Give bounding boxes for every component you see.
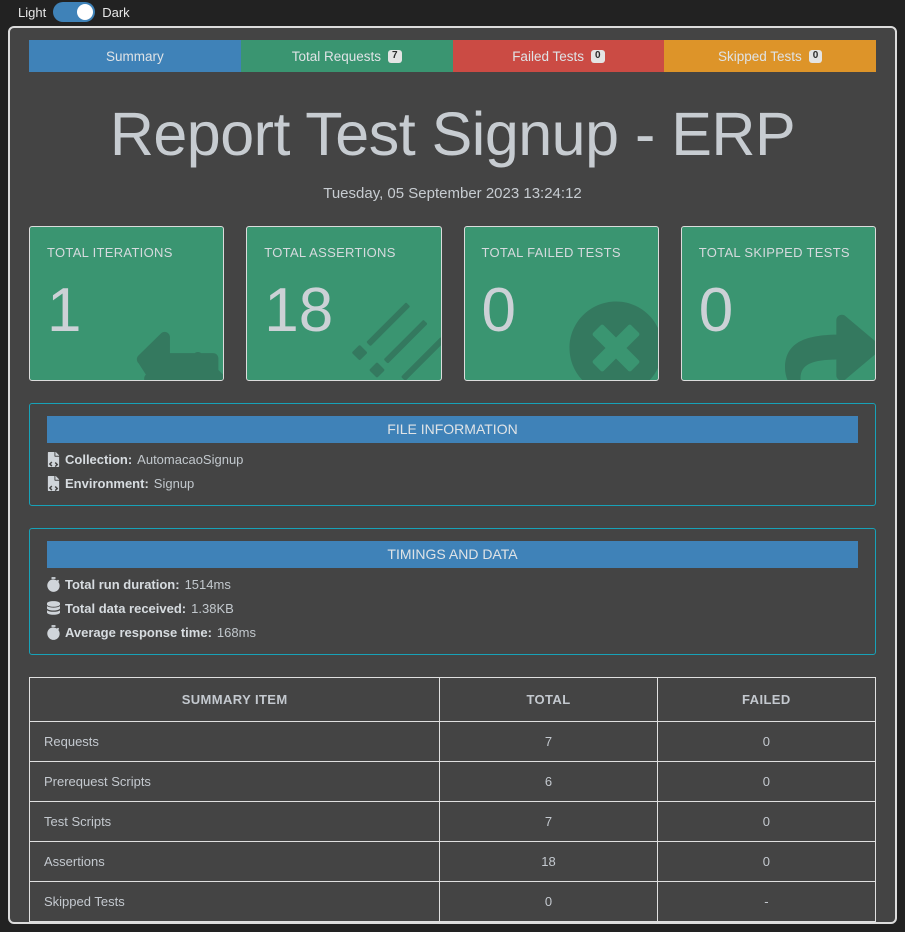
stat-card-total-assertions: TOTAL ASSERTIONS 18 (246, 226, 442, 381)
stat-card-total-iterations: TOTAL ITERATIONS 1 (29, 226, 225, 381)
cell-item: Skipped Tests (28, 881, 441, 922)
file-information-row-collection: Collection: AutomacaoSignup (44, 452, 861, 467)
summary-table: SUMMARY ITEM TOTAL FAILED Requests 7 0 P… (28, 677, 877, 922)
tab-skipped-tests-badge: 0 (808, 49, 823, 63)
stat-card-value: 18 (264, 276, 334, 345)
cell-total: 0 (439, 881, 658, 922)
timings-and-data-panel: TIMINGS AND DATA Total run duration: 151… (29, 528, 876, 655)
table-row: Requests 7 0 (28, 721, 877, 762)
file-code-icon (47, 452, 60, 467)
theme-toggle-bar: Light Dark (0, 0, 905, 24)
table-row: Skipped Tests 0 - (28, 881, 877, 922)
file-information-value: Signup (153, 476, 195, 491)
tab-failed-tests-badge: 0 (590, 49, 605, 63)
stat-card-label: TOTAL FAILED TESTS (481, 245, 621, 260)
column-header-failed: FAILED (656, 677, 877, 722)
timings-key: Average response time: (65, 625, 212, 640)
theme-toggle-knob (77, 4, 94, 20)
stat-card-row: TOTAL ITERATIONS 1 TOTAL ASSERTIONS 18 T… (29, 226, 876, 381)
file-information-row-environment: Environment: Signup (44, 476, 861, 491)
cell-failed: - (656, 881, 877, 922)
tab-summary[interactable]: Summary (29, 40, 241, 72)
file-information-key: Collection: (65, 452, 133, 467)
cell-failed: 0 (656, 761, 877, 802)
timings-and-data-heading: TIMINGS AND DATA (47, 541, 858, 568)
file-information-key: Environment: (65, 476, 149, 491)
cell-total: 7 (439, 801, 658, 842)
tab-bar: Summary Total Requests 7 Failed Tests 0 … (29, 40, 876, 72)
cell-total: 7 (439, 721, 658, 762)
table-row: Test Scripts 7 0 (28, 801, 877, 842)
table-row: Assertions 18 0 (28, 841, 877, 882)
stat-card-value: 0 (481, 276, 516, 345)
timings-row-total-run-duration: Total run duration: 1514ms (44, 577, 861, 592)
file-information-panel: FILE INFORMATION Collection: AutomacaoSi… (29, 403, 876, 506)
database-icon (47, 601, 60, 616)
stopwatch-icon (47, 577, 60, 592)
stopwatch-icon (47, 625, 60, 640)
table-row: Prerequest Scripts 6 0 (28, 761, 877, 802)
cell-failed: 0 (656, 721, 877, 762)
tab-failed-tests[interactable]: Failed Tests 0 (452, 40, 665, 72)
theme-dark-label: Dark (102, 4, 130, 20)
timings-row-average-response-time: Average response time: 168ms (44, 625, 861, 640)
report-timestamp: Tuesday, 05 September 2023 13:24:12 (323, 185, 582, 202)
theme-light-label: Light (18, 4, 47, 20)
tab-total-requests-badge: 7 (388, 49, 402, 63)
file-information-heading: FILE INFORMATION (47, 416, 858, 443)
column-header-summary-item: SUMMARY ITEM (28, 677, 441, 722)
stat-card-value: 0 (698, 276, 734, 345)
theme-toggle-switch[interactable] (53, 2, 96, 22)
stat-card-total-failed-tests: TOTAL FAILED TESTS 0 (463, 226, 659, 381)
cell-total: 18 (439, 841, 658, 882)
summary-table-wrapper: SUMMARY ITEM TOTAL FAILED Requests 7 0 P… (28, 677, 877, 922)
cell-item: Requests (28, 721, 441, 762)
cell-item: Prerequest Scripts (28, 761, 441, 802)
tab-summary-label: Summary (105, 48, 164, 64)
report-container: Summary Total Requests 7 Failed Tests 0 … (8, 26, 897, 924)
timings-value: 1514ms (184, 577, 231, 592)
stat-card-total-skipped-tests: TOTAL SKIPPED TESTS 0 (680, 226, 876, 381)
file-information-value: AutomacaoSignup (137, 452, 244, 467)
cell-total: 6 (439, 761, 658, 802)
cell-failed: 0 (656, 841, 877, 882)
tab-total-requests[interactable]: Total Requests 7 (240, 40, 453, 72)
file-code-icon (47, 476, 60, 491)
tab-skipped-tests[interactable]: Skipped Tests 0 (664, 40, 876, 72)
timings-key: Total data received: (65, 601, 187, 616)
column-header-total: TOTAL (439, 677, 658, 722)
stat-card-value: 1 (47, 276, 82, 345)
timings-key: Total run duration: (65, 577, 180, 592)
stat-card-label: TOTAL SKIPPED TESTS (698, 245, 850, 260)
cell-item: Test Scripts (28, 801, 441, 842)
tab-skipped-tests-label: Skipped Tests (717, 48, 802, 64)
page-title: Report Test Signup - ERP (109, 100, 796, 168)
timings-value: 1.38KB (191, 601, 234, 616)
stat-card-label: TOTAL ITERATIONS (47, 245, 173, 260)
timings-value: 168ms (216, 625, 256, 640)
cell-failed: 0 (656, 801, 877, 842)
tab-total-requests-label: Total Requests (291, 48, 381, 64)
stat-card-label: TOTAL ASSERTIONS (264, 245, 396, 260)
table-header-row: SUMMARY ITEM TOTAL FAILED (28, 677, 877, 722)
timings-row-total-data-received: Total data received: 1.38KB (44, 601, 861, 616)
cell-item: Assertions (28, 841, 441, 882)
tab-failed-tests-label: Failed Tests (512, 48, 584, 64)
